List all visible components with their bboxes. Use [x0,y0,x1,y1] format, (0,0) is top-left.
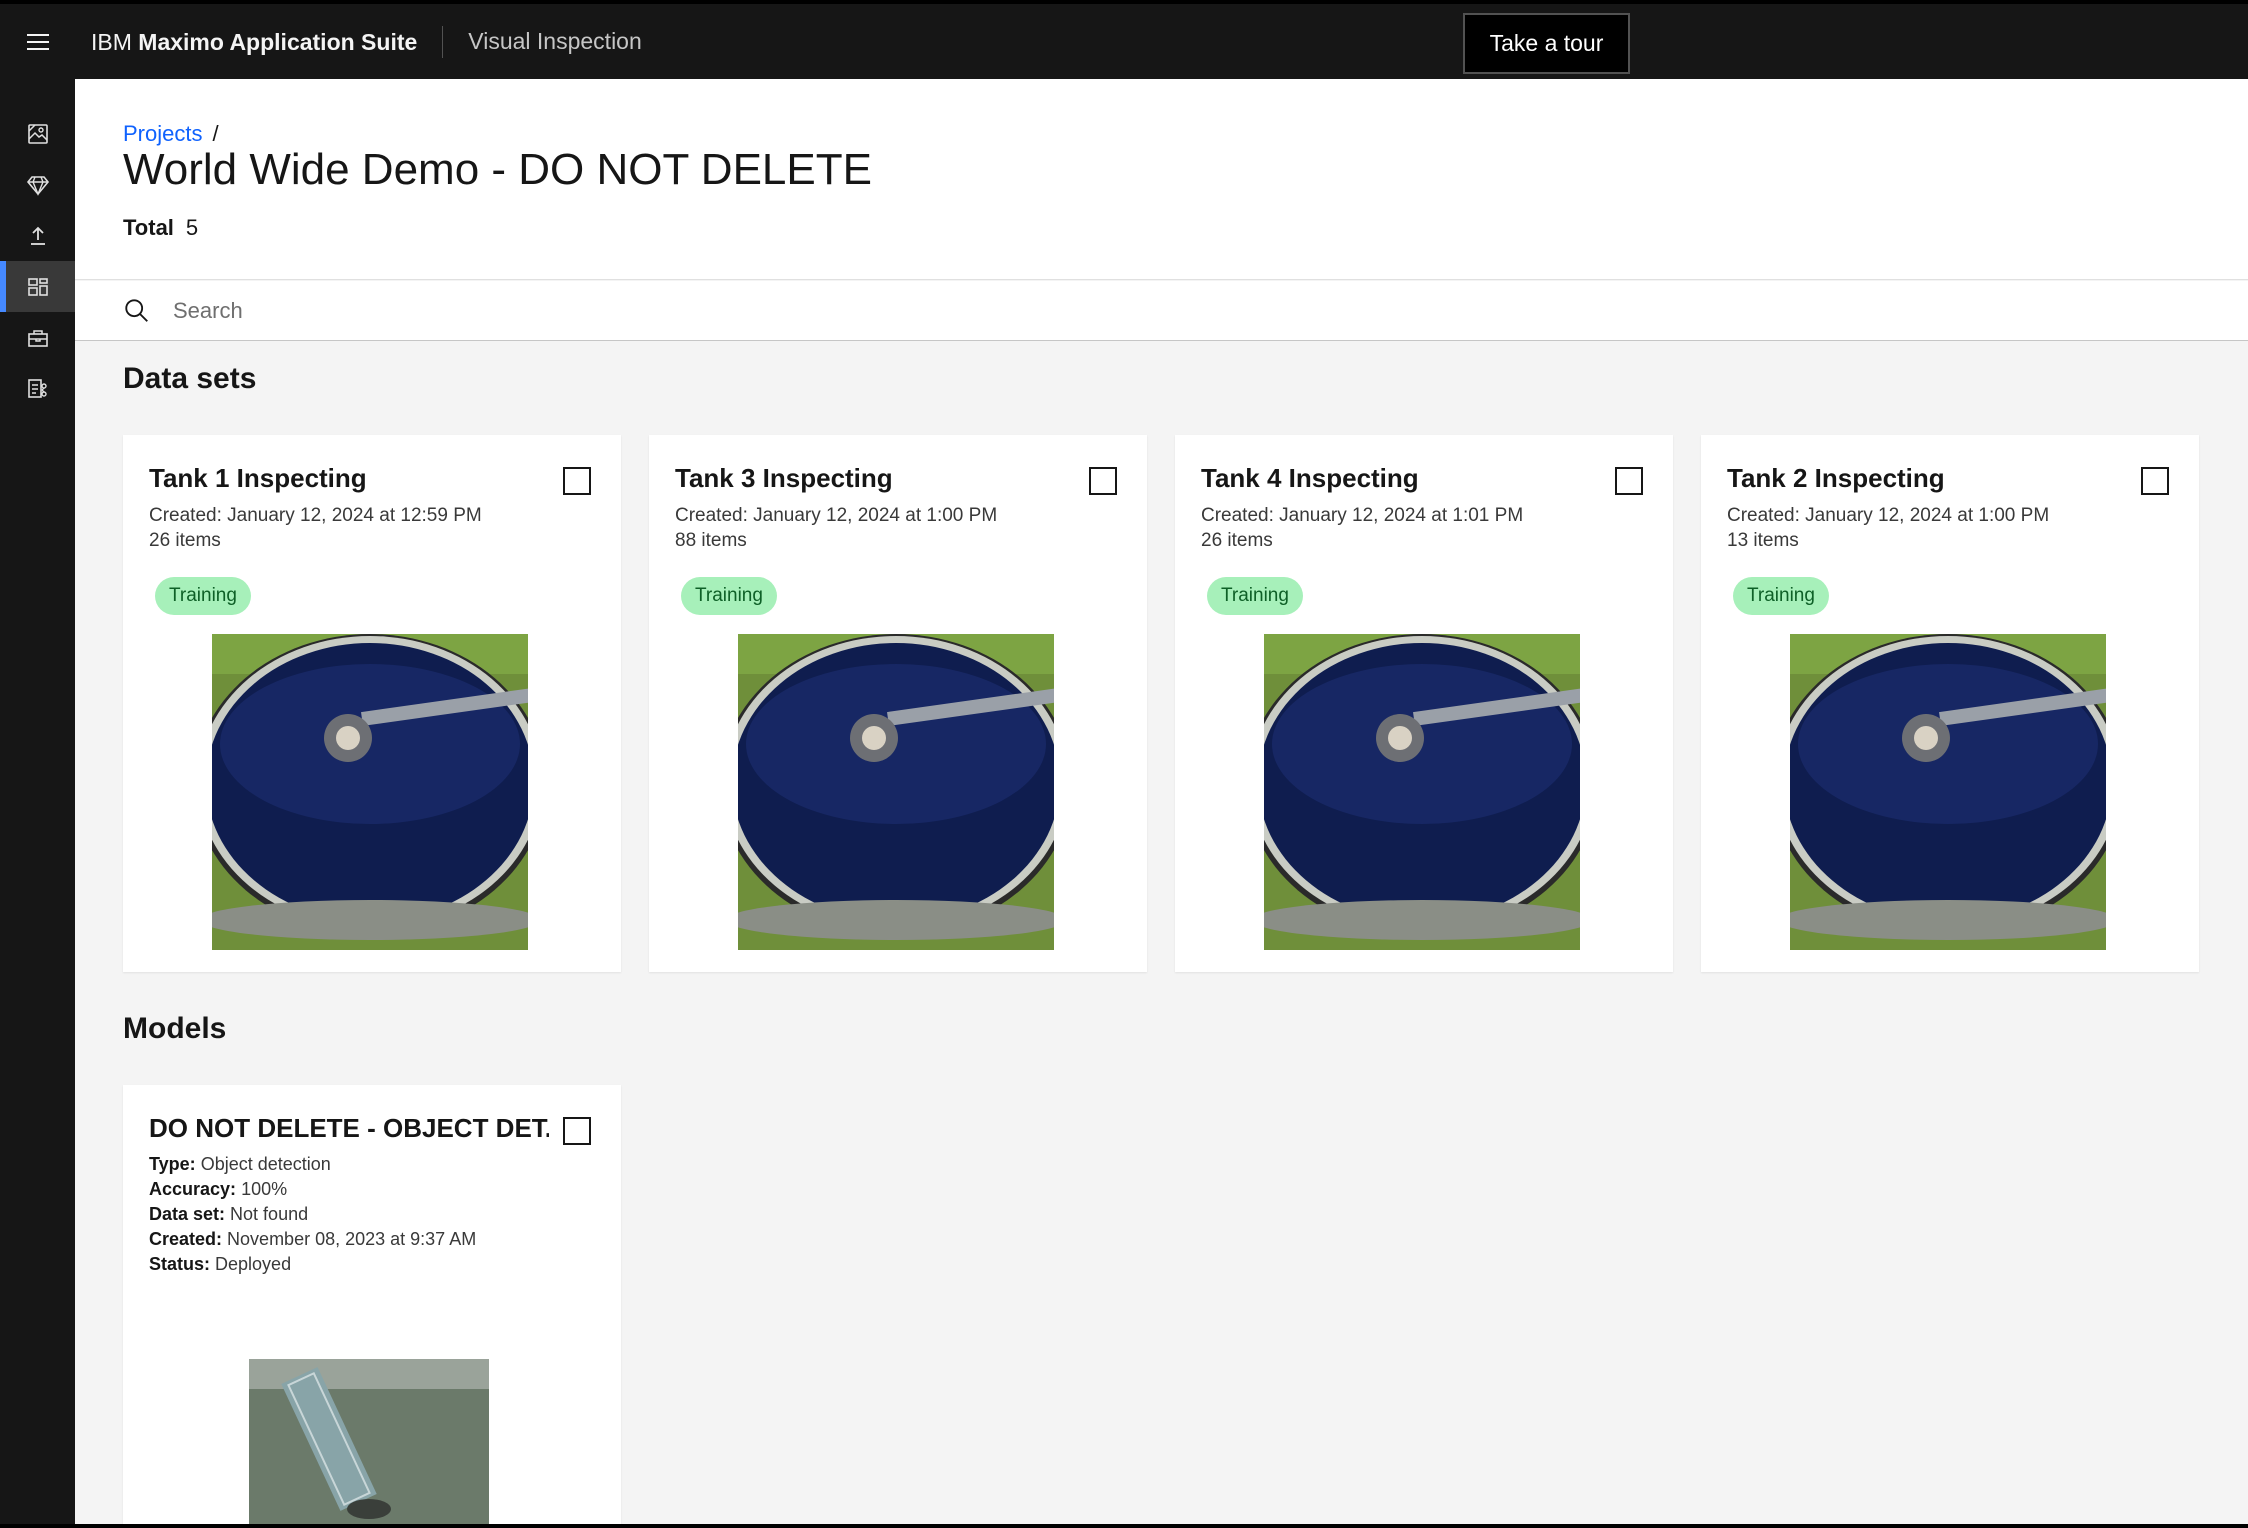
dataset-created: Created: January 12, 2024 at 1:01 PM [1201,505,1524,526]
dataset-item-count: 26 items [1201,530,1273,551]
model-type-value: Object detection [200,1154,331,1174]
brand-prefix: IBM [91,28,132,55]
model-created: Created: November 08, 2023 at 9:37 AM [149,1229,476,1250]
dataset-title[interactable]: Tank 3 Inspecting [675,463,893,494]
datasets-heading: Data sets [123,362,257,395]
dataset-title[interactable]: Tank 4 Inspecting [1201,463,1419,494]
dataset-thumbnail [1264,634,1580,950]
search-bar [75,281,2248,341]
dataset-checkbox[interactable] [1615,467,1643,495]
total-value: 5 [185,215,199,240]
dataset-title[interactable]: Tank 1 Inspecting [149,463,367,494]
model-type: Type: Object detection [149,1154,331,1175]
model-tank-image [249,1359,489,1524]
dataset-item-count: 26 items [149,530,221,551]
model-thumbnail [249,1359,489,1524]
training-tag: Training [1733,577,1829,615]
nav-item-deploy[interactable] [0,210,75,261]
nav-item-dashboard[interactable] [0,261,75,312]
training-tag: Training [155,577,251,615]
gem-icon [26,175,49,196]
model-title[interactable]: DO NOT DELETE - OBJECT DET... [149,1113,549,1144]
model-status-label: Status: [149,1254,211,1274]
model-accuracy: Accuracy: 100% [149,1179,287,1200]
dataset-thumbnail [1790,634,2106,950]
model-created-label: Created: [149,1229,223,1249]
top-header: IBM Maximo Application Suite Visual Insp… [0,4,2248,79]
model-type-label: Type: [149,1154,196,1174]
dataset-card[interactable]: Tank 2 Inspecting Created: January 12, 2… [1701,435,2199,972]
search-input[interactable] [173,297,1973,324]
model-dataset-label: Data set: [149,1204,226,1224]
model-created-value: November 08, 2023 at 9:37 AM [227,1229,477,1249]
side-nav [0,79,75,1524]
app-frame: IBM Maximo Application Suite Visual Insp… [0,4,2248,1524]
clarifier-tank-image [1790,634,2106,950]
training-tag: Training [681,577,777,615]
deploy-upload-icon [30,226,45,245]
dataset-thumbnail [738,634,1054,950]
total-count: Total 5 [123,215,198,241]
search-icon [123,296,153,326]
page-title: World Wide Demo - DO NOT DELETE [123,145,872,194]
dataset-item-count: 88 items [675,530,747,551]
model-status: Status: Deployed [149,1254,291,1275]
clarifier-tank-image [1264,634,1580,950]
models-heading: Models [123,1012,227,1045]
dataset-checkbox[interactable] [1089,467,1117,495]
nav-item-gem[interactable] [0,159,75,210]
dataset-item-count: 13 items [1727,530,1799,551]
page-header: Projects / World Wide Demo - DO NOT DELET… [75,79,2248,280]
brand-name[interactable]: IBM Maximo Application Suite [75,25,444,58]
menu-icon[interactable] [0,4,75,79]
model-status-value: Deployed [215,1254,292,1274]
dataset-card[interactable]: Tank 1 Inspecting Created: January 12, 2… [123,435,621,972]
dataset-checkbox[interactable] [563,467,591,495]
model-card[interactable]: DO NOT DELETE - OBJECT DET... Type: Obje… [123,1085,621,1524]
product-name: Visual Inspection [468,28,642,54]
take-a-tour-button[interactable]: Take a tour [1463,13,1630,74]
brand-suite: Maximo Application Suite [138,28,418,55]
model-accuracy-label: Accuracy: [149,1179,237,1199]
dataset-created: Created: January 12, 2024 at 1:00 PM [1727,505,2050,526]
total-label: Total [123,215,174,240]
toolbox-icon [27,329,48,347]
image-reference-icon [27,123,48,144]
dashboard-grid-icon [27,277,48,296]
nav-item-image[interactable] [0,108,75,159]
dataset-card[interactable]: Tank 4 Inspecting Created: January 12, 2… [1175,435,1673,972]
clarifier-tank-image [738,634,1054,950]
dataset-created: Created: January 12, 2024 at 1:00 PM [675,505,998,526]
dataset-created: Created: January 12, 2024 at 12:59 PM [149,505,482,526]
dataset-thumbnail [212,634,528,950]
breadcrumb-projects-link[interactable]: Projects [123,121,202,146]
model-accuracy-value: 100% [241,1179,288,1199]
nav-item-data[interactable] [0,363,75,414]
model-dataset: Data set: Not found [149,1204,308,1225]
nav-item-toolbox[interactable] [0,312,75,363]
breadcrumb: Projects / [123,121,219,147]
data-share-icon [27,378,47,398]
dataset-title[interactable]: Tank 2 Inspecting [1727,463,1945,494]
model-dataset-value: Not found [230,1204,309,1224]
model-checkbox[interactable] [563,1117,591,1145]
breadcrumb-separator: / [212,121,219,146]
clarifier-tank-image [212,634,528,950]
training-tag: Training [1207,577,1303,615]
dataset-checkbox[interactable] [2141,467,2169,495]
dataset-card[interactable]: Tank 3 Inspecting Created: January 12, 2… [649,435,1147,972]
